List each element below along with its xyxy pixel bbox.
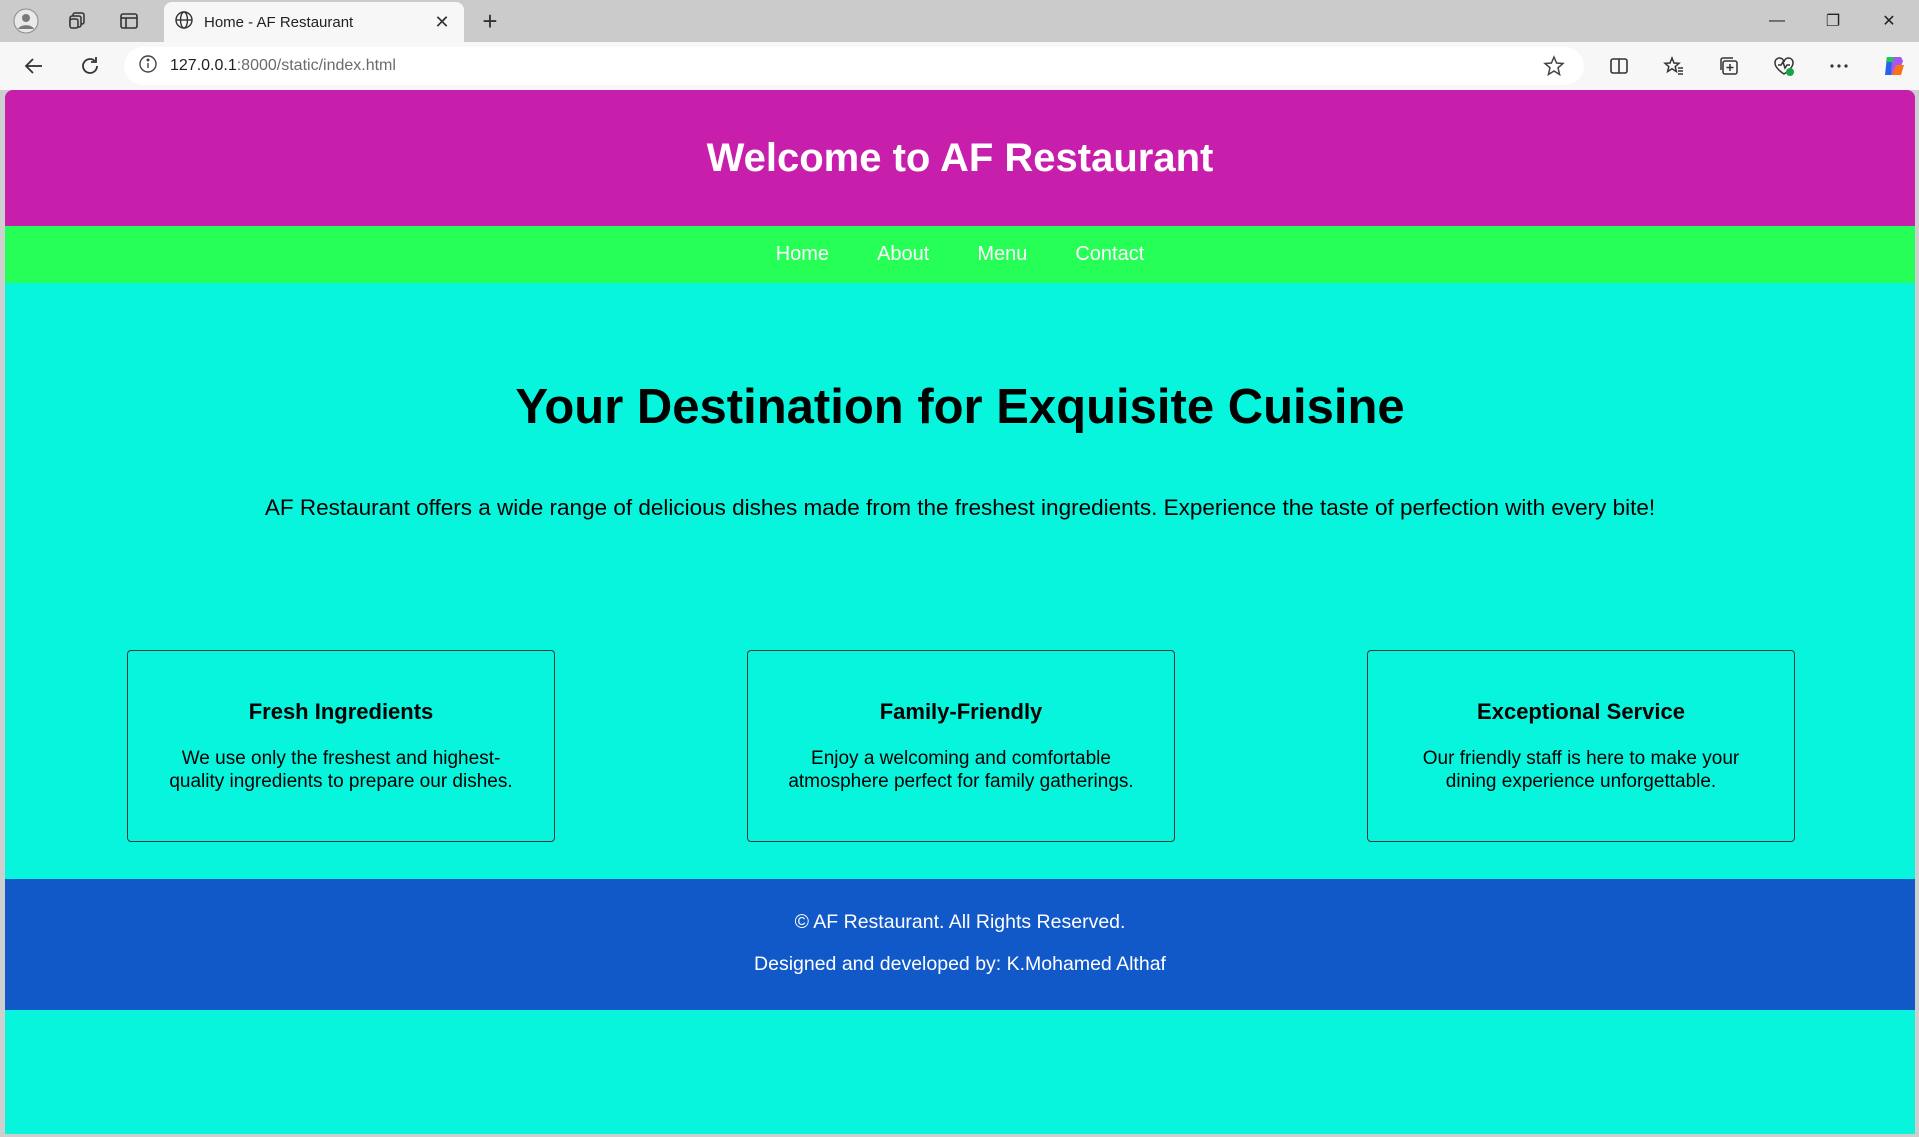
split-screen-icon[interactable] [1601, 49, 1637, 83]
nav-link-menu[interactable]: Menu [977, 243, 1027, 266]
feature-card-family-friendly: Family-Friendly Enjoy a welcoming and co… [747, 650, 1175, 842]
feature-text: Our friendly staff is here to make your … [1422, 748, 1740, 792]
hero-heading: Your Destination for Exquisite Cuisine [515, 380, 1405, 434]
site-title: Welcome to AF Restaurant [706, 135, 1214, 180]
hero-text: AF Restaurant offers a wide range of del… [264, 495, 1656, 520]
new-tab-button[interactable]: + [474, 6, 506, 36]
site-footer: © AF Restaurant. All Rights Reserved. De… [5, 879, 1915, 1010]
active-tab[interactable]: Home - AF Restaurant ✕ [164, 2, 464, 42]
feature-text: We use only the freshest and highest-qua… [169, 748, 513, 792]
copilot-icon[interactable] [1876, 49, 1912, 83]
nav-link-about[interactable]: About [877, 243, 929, 266]
window-close-icon[interactable]: ✕ [1861, 0, 1917, 42]
vertical-tabs-icon[interactable] [113, 6, 145, 36]
workspaces-icon[interactable] [61, 6, 93, 36]
browser-tab-bar: Home - AF Restaurant ✕ + — ❐ ✕ [0, 0, 1919, 42]
url-path: :8000/static/index.html [236, 57, 396, 74]
site-info-icon[interactable] [138, 54, 158, 79]
nav-link-contact[interactable]: Contact [1075, 243, 1144, 266]
page-viewport: Welcome to AF Restaurant Home About Menu… [5, 90, 1915, 1134]
feature-card-exceptional-service: Exceptional Service Our friendly staff i… [1367, 650, 1795, 842]
globe-icon [174, 10, 194, 35]
restore-icon[interactable]: ❐ [1805, 0, 1861, 42]
tab-title: Home - AF Restaurant [204, 13, 354, 31]
url-text: 127.0.0.1:8000/static/index.html [170, 57, 396, 75]
hero-section: Your Destination for Exquisite Cuisine A… [5, 283, 1915, 521]
site-header: Welcome to AF Restaurant [5, 90, 1915, 226]
favorite-star-icon[interactable] [1542, 54, 1566, 78]
favorites-icon[interactable] [1656, 49, 1692, 83]
feature-title: Exceptional Service [1477, 699, 1685, 724]
features-section: Fresh Ingredients We use only the freshe… [5, 650, 1915, 842]
minimize-icon[interactable]: — [1749, 0, 1805, 42]
main-nav: Home About Menu Contact [5, 226, 1915, 283]
profile-icon[interactable] [10, 6, 42, 36]
feature-card-fresh-ingredients: Fresh Ingredients We use only the freshe… [127, 650, 555, 842]
url-host: 127.0.0.1 [170, 57, 237, 74]
nav-link-home[interactable]: Home [776, 243, 829, 266]
browser-toolbar: 127.0.0.1:8000/static/index.html [0, 42, 1919, 90]
more-options-icon[interactable] [1821, 49, 1857, 83]
footer-copyright: © AF Restaurant. All Rights Reserved. [794, 911, 1126, 933]
feature-text: Enjoy a welcoming and comfortable atmosp… [788, 748, 1134, 792]
address-bar[interactable]: 127.0.0.1:8000/static/index.html [124, 47, 1584, 85]
refresh-icon[interactable] [72, 49, 108, 83]
feature-title: Fresh Ingredients [248, 699, 434, 724]
collections-icon[interactable] [1711, 49, 1747, 83]
back-icon[interactable] [16, 49, 52, 83]
footer-credit: Designed and developed by: K.Mohamed Alt… [754, 953, 1166, 975]
close-tab-icon[interactable]: ✕ [430, 10, 454, 34]
feature-title: Family-Friendly [879, 699, 1043, 724]
browser-essentials-icon[interactable] [1766, 49, 1802, 83]
